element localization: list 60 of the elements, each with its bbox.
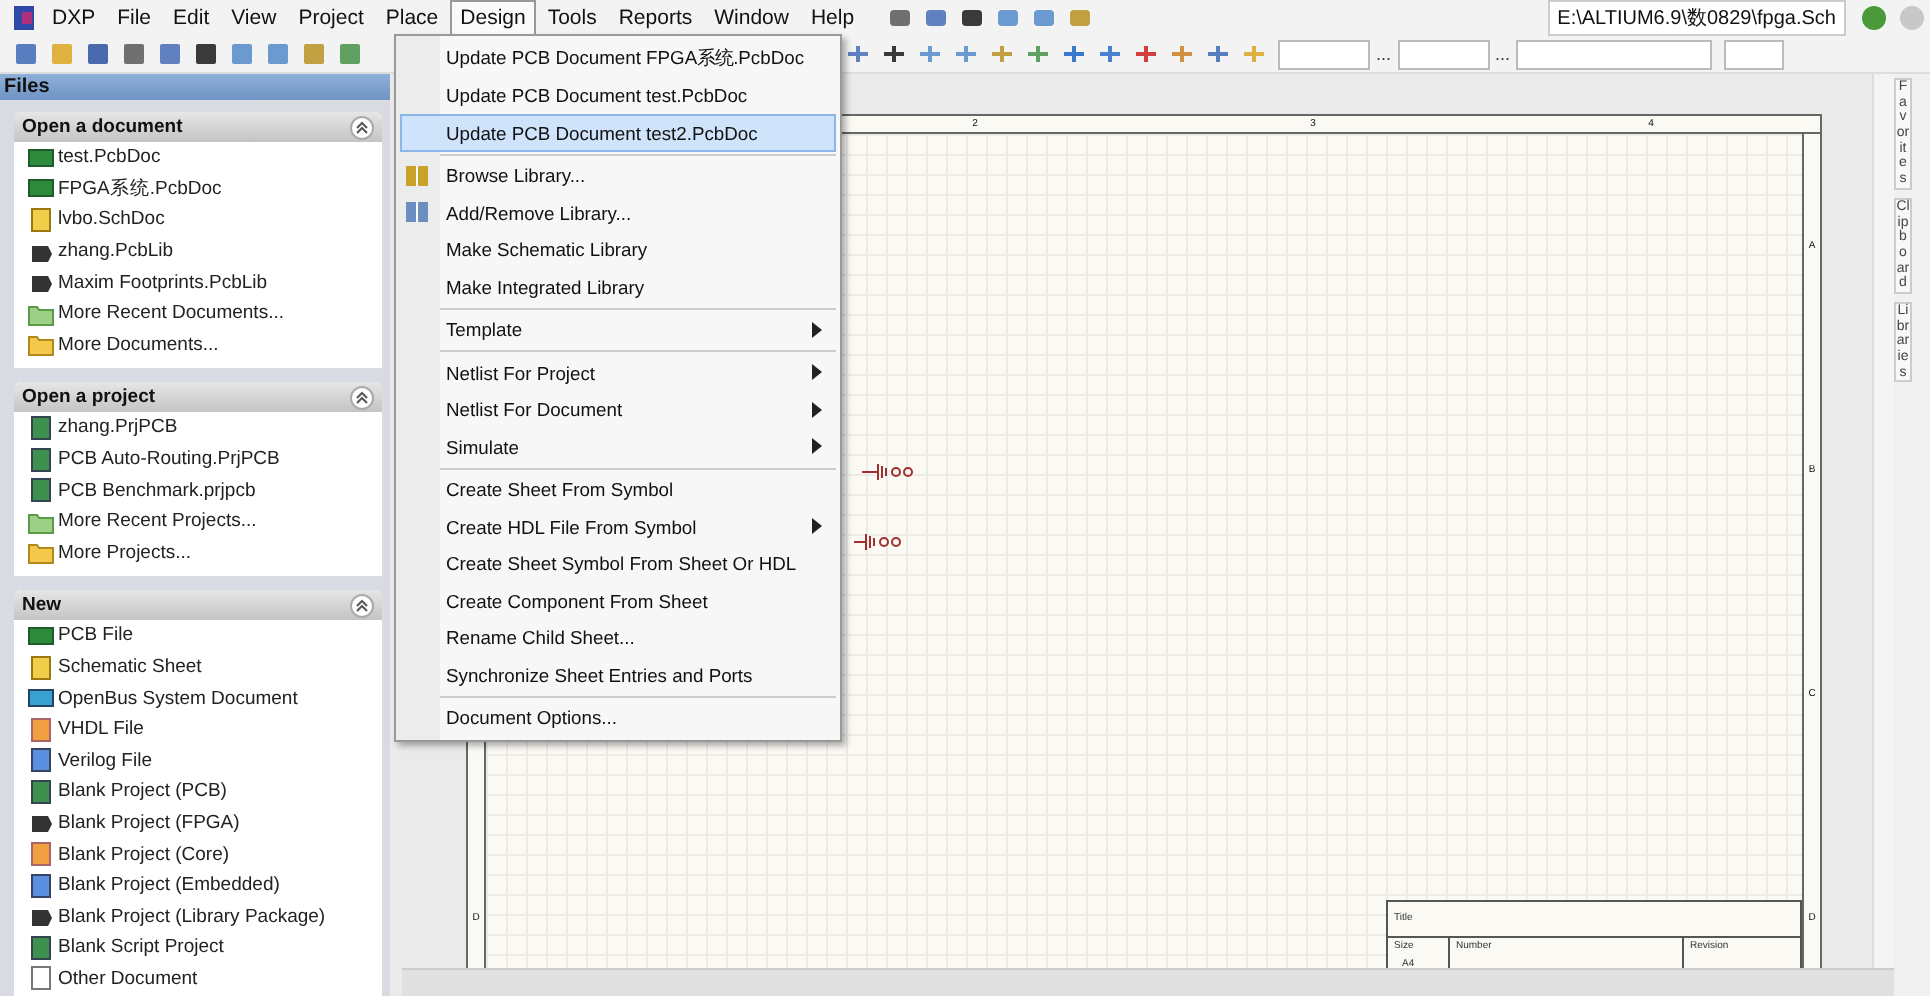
file-link[interactable]: More Projects...	[58, 541, 192, 564]
menu-entry[interactable]: Rename Child Sheet...	[400, 618, 836, 657]
menu-item[interactable]: File	[107, 0, 162, 36]
menu-item[interactable]: Tools	[537, 0, 607, 36]
ellipsis-text: ...	[1376, 44, 1392, 64]
file-link[interactable]: More Recent Projects...	[58, 510, 257, 533]
menu-item[interactable]: Window	[704, 0, 799, 36]
menu-entry[interactable]: Simulate	[400, 427, 836, 466]
menu-entry[interactable]: Create HDL File From Symbol	[400, 507, 836, 546]
file-link[interactable]: zhang.PcbLib	[58, 240, 174, 263]
section-title: Open a project	[22, 386, 156, 409]
menu-entry[interactable]: Netlist For Project	[400, 353, 836, 392]
menu-entry[interactable]: Browse Library...	[400, 156, 836, 195]
file-link[interactable]: OpenBus System Document	[58, 687, 298, 710]
menu-item[interactable]: Project	[288, 0, 374, 36]
file-link[interactable]: Maxim Footprints.PcbLib	[58, 271, 268, 294]
path-field[interactable]: E:\ALTIUM6.9\数0829\fpga.Sch	[1547, 0, 1846, 36]
file-link[interactable]: Blank Script Project	[58, 936, 224, 959]
file-link[interactable]: PCB Auto-Routing.PrjPCB	[58, 448, 280, 471]
dxp-menu[interactable]: DXP	[42, 0, 106, 36]
menu-entry[interactable]: Make Schematic Library	[400, 230, 836, 269]
menu-item[interactable]: Edit	[163, 0, 220, 36]
file-link[interactable]: Verilog File	[58, 749, 152, 772]
file-link[interactable]: test.PcbDoc	[58, 146, 161, 169]
file-link[interactable]: zhang.PrjPCB	[58, 416, 178, 439]
menu-entry[interactable]: Create Sheet Symbol From Sheet Or HDL	[400, 544, 836, 583]
ellipsis-text: ...	[1495, 44, 1511, 64]
menu-item[interactable]: View	[221, 0, 287, 36]
menu-entry[interactable]: Create Sheet From Symbol	[400, 470, 836, 509]
menu-item[interactable]: Place	[375, 0, 449, 36]
file-link[interactable]: Blank Project (FPGA)	[58, 811, 240, 834]
file-link[interactable]: lvbo.SchDoc	[58, 208, 165, 231]
file-link[interactable]: More Recent Documents...	[58, 302, 284, 325]
menu-entry[interactable]: Make Integrated Library	[400, 267, 836, 306]
file-link[interactable]: PCB Benchmark.prjpcb	[58, 479, 256, 502]
file-link[interactable]: Schematic Sheet	[58, 656, 202, 679]
file-link[interactable]: Blank Project (Embedded)	[58, 874, 280, 897]
menu-entry[interactable]: Document Options...	[400, 698, 836, 737]
file-link[interactable]: Other Document	[58, 967, 198, 990]
menu-entry[interactable]: Template	[400, 310, 836, 349]
menu-item[interactable]: Reports	[608, 0, 703, 36]
file-link[interactable]: Blank Project (Library Package)	[58, 905, 326, 928]
section-title: New	[22, 594, 62, 617]
file-link[interactable]: VHDL File	[58, 718, 144, 741]
menu-entry[interactable]: Create Component From Sheet	[400, 581, 836, 620]
section-title: Open a document	[22, 116, 183, 138]
file-link[interactable]: PCB File	[58, 624, 133, 647]
file-link[interactable]: Blank Project (Core)	[58, 843, 230, 866]
panel-title: Files	[0, 74, 390, 100]
menu-item[interactable]: Help	[800, 0, 865, 36]
file-link[interactable]: Blank Project (PCB)	[58, 780, 227, 803]
menu-entry[interactable]: Update PCB Document test.PcbDoc	[400, 76, 836, 115]
menu-entry[interactable]: Add/Remove Library...	[400, 193, 836, 232]
menu-entry[interactable]: Synchronize Sheet Entries and Ports	[400, 655, 836, 694]
menu-entry[interactable]: Update PCB Document FPGA系统.PcbDoc	[400, 39, 836, 78]
file-link[interactable]: FPGA系统.PcbDoc	[58, 175, 222, 202]
file-link[interactable]: More Documents...	[58, 333, 219, 356]
menu-entry[interactable]: Netlist For Document	[400, 390, 836, 429]
menu-entry[interactable]: Update PCB Document test2.PcbDoc	[400, 113, 836, 152]
menu-item[interactable]: Design	[450, 0, 536, 36]
